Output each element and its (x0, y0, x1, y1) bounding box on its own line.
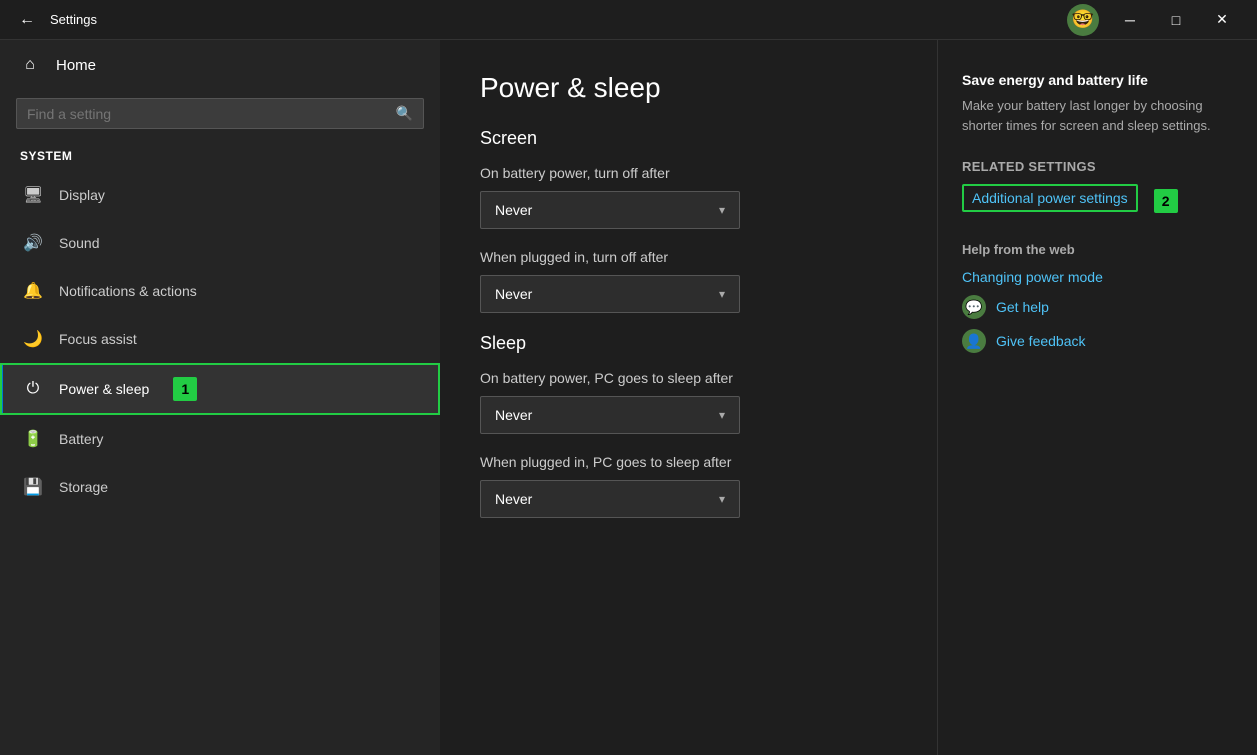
sidebar-item-sound[interactable]: 🔊 Sound (0, 219, 440, 267)
sound-icon: 🔊 (23, 233, 43, 253)
save-energy-desc: Make your battery last longer by choosin… (962, 96, 1233, 135)
titlebar: ← Settings 🤓 ─ □ ✕ (0, 0, 1257, 40)
battery-icon: 🔋 (23, 429, 43, 449)
search-box: 🔍 (16, 98, 424, 129)
help-heading: Help from the web (962, 242, 1233, 257)
give-feedback-icon: 👤 (962, 329, 986, 353)
screen-battery-dropdown[interactable]: Never ▾ (480, 191, 740, 229)
sidebar-item-focus[interactable]: 🌙 Focus assist (0, 315, 440, 363)
sidebar-item-home[interactable]: ⌂ Home (0, 40, 440, 90)
get-help-item: 💬 Get help (962, 295, 1233, 319)
storage-icon: 💾 (23, 477, 43, 497)
minimize-button[interactable]: ─ (1107, 4, 1153, 36)
main-content: Power & sleep Screen On battery power, t… (440, 40, 937, 755)
content-area: Power & sleep Screen On battery power, t… (440, 40, 1257, 755)
close-button[interactable]: ✕ (1199, 4, 1245, 36)
sleep-plugged-dropdown[interactable]: Never ▾ (480, 480, 740, 518)
give-feedback-link[interactable]: Give feedback (996, 333, 1086, 349)
sidebar-item-display-label: Display (59, 187, 105, 203)
screen-plugged-value: Never (495, 286, 532, 302)
additional-power-badge: 2 (1154, 189, 1178, 213)
focus-icon: 🌙 (23, 329, 43, 349)
sidebar-item-sound-label: Sound (59, 235, 99, 251)
sleep-section-title: Sleep (480, 333, 897, 354)
screen-battery-value: Never (495, 202, 532, 218)
sidebar-item-power[interactable]: ⏻ Power & sleep 1 (0, 363, 440, 415)
search-input[interactable] (27, 106, 388, 122)
get-help-link[interactable]: Get help (996, 299, 1049, 315)
sidebar-section-label: System (0, 145, 440, 171)
power-sleep-badge: 1 (173, 377, 197, 401)
give-feedback-item: 👤 Give feedback (962, 329, 1233, 353)
sleep-battery-dropdown[interactable]: Never ▾ (480, 396, 740, 434)
save-energy-heading: Save energy and battery life (962, 72, 1233, 88)
screen-battery-label: On battery power, turn off after (480, 165, 897, 181)
power-icon: ⏻ (23, 380, 43, 398)
screen-plugged-label: When plugged in, turn off after (480, 249, 897, 265)
sleep-section: Sleep On battery power, PC goes to sleep… (480, 333, 897, 518)
page-title: Power & sleep (480, 72, 897, 104)
sleep-plugged-label: When plugged in, PC goes to sleep after (480, 454, 897, 470)
sleep-plugged-arrow: ▾ (719, 492, 725, 506)
sleep-battery-label: On battery power, PC goes to sleep after (480, 370, 897, 386)
search-icon: 🔍 (396, 105, 413, 122)
sidebar-item-storage-label: Storage (59, 479, 108, 495)
sidebar-item-power-label: Power & sleep (59, 381, 149, 397)
main-layout: ⌂ Home 🔍 System 🖥 Display 🔊 Sound 🔔 Noti… (0, 40, 1257, 755)
avatar: 🤓 (1067, 4, 1099, 36)
back-button[interactable]: ← (12, 5, 42, 35)
sidebar-item-storage[interactable]: 💾 Storage (0, 463, 440, 511)
screen-plugged-dropdown[interactable]: Never ▾ (480, 275, 740, 313)
related-settings-heading: Related settings (962, 159, 1233, 174)
sidebar-item-display[interactable]: 🖥 Display (0, 171, 440, 219)
screen-section-title: Screen (480, 128, 897, 149)
sidebar-item-battery-label: Battery (59, 431, 103, 447)
changing-power-link[interactable]: Changing power mode (962, 269, 1233, 285)
sidebar: ⌂ Home 🔍 System 🖥 Display 🔊 Sound 🔔 Noti… (0, 40, 440, 755)
window-controls: ─ □ ✕ (1107, 4, 1245, 36)
sidebar-item-battery[interactable]: 🔋 Battery (0, 415, 440, 463)
sidebar-item-focus-label: Focus assist (59, 331, 137, 347)
notifications-icon: 🔔 (23, 281, 43, 301)
sidebar-item-notifications[interactable]: 🔔 Notifications & actions (0, 267, 440, 315)
window-title: Settings (50, 12, 1067, 27)
screen-battery-arrow: ▾ (719, 203, 725, 217)
sleep-battery-arrow: ▾ (719, 408, 725, 422)
home-label: Home (56, 57, 96, 74)
right-panel: Save energy and battery life Make your b… (937, 40, 1257, 755)
additional-power-link[interactable]: Additional power settings (962, 184, 1138, 212)
screen-plugged-arrow: ▾ (719, 287, 725, 301)
maximize-button[interactable]: □ (1153, 4, 1199, 36)
sleep-plugged-value: Never (495, 491, 532, 507)
display-icon: 🖥 (23, 185, 43, 205)
sleep-battery-value: Never (495, 407, 532, 423)
home-icon: ⌂ (20, 56, 40, 74)
sidebar-item-notifications-label: Notifications & actions (59, 283, 197, 299)
get-help-icon: 💬 (962, 295, 986, 319)
